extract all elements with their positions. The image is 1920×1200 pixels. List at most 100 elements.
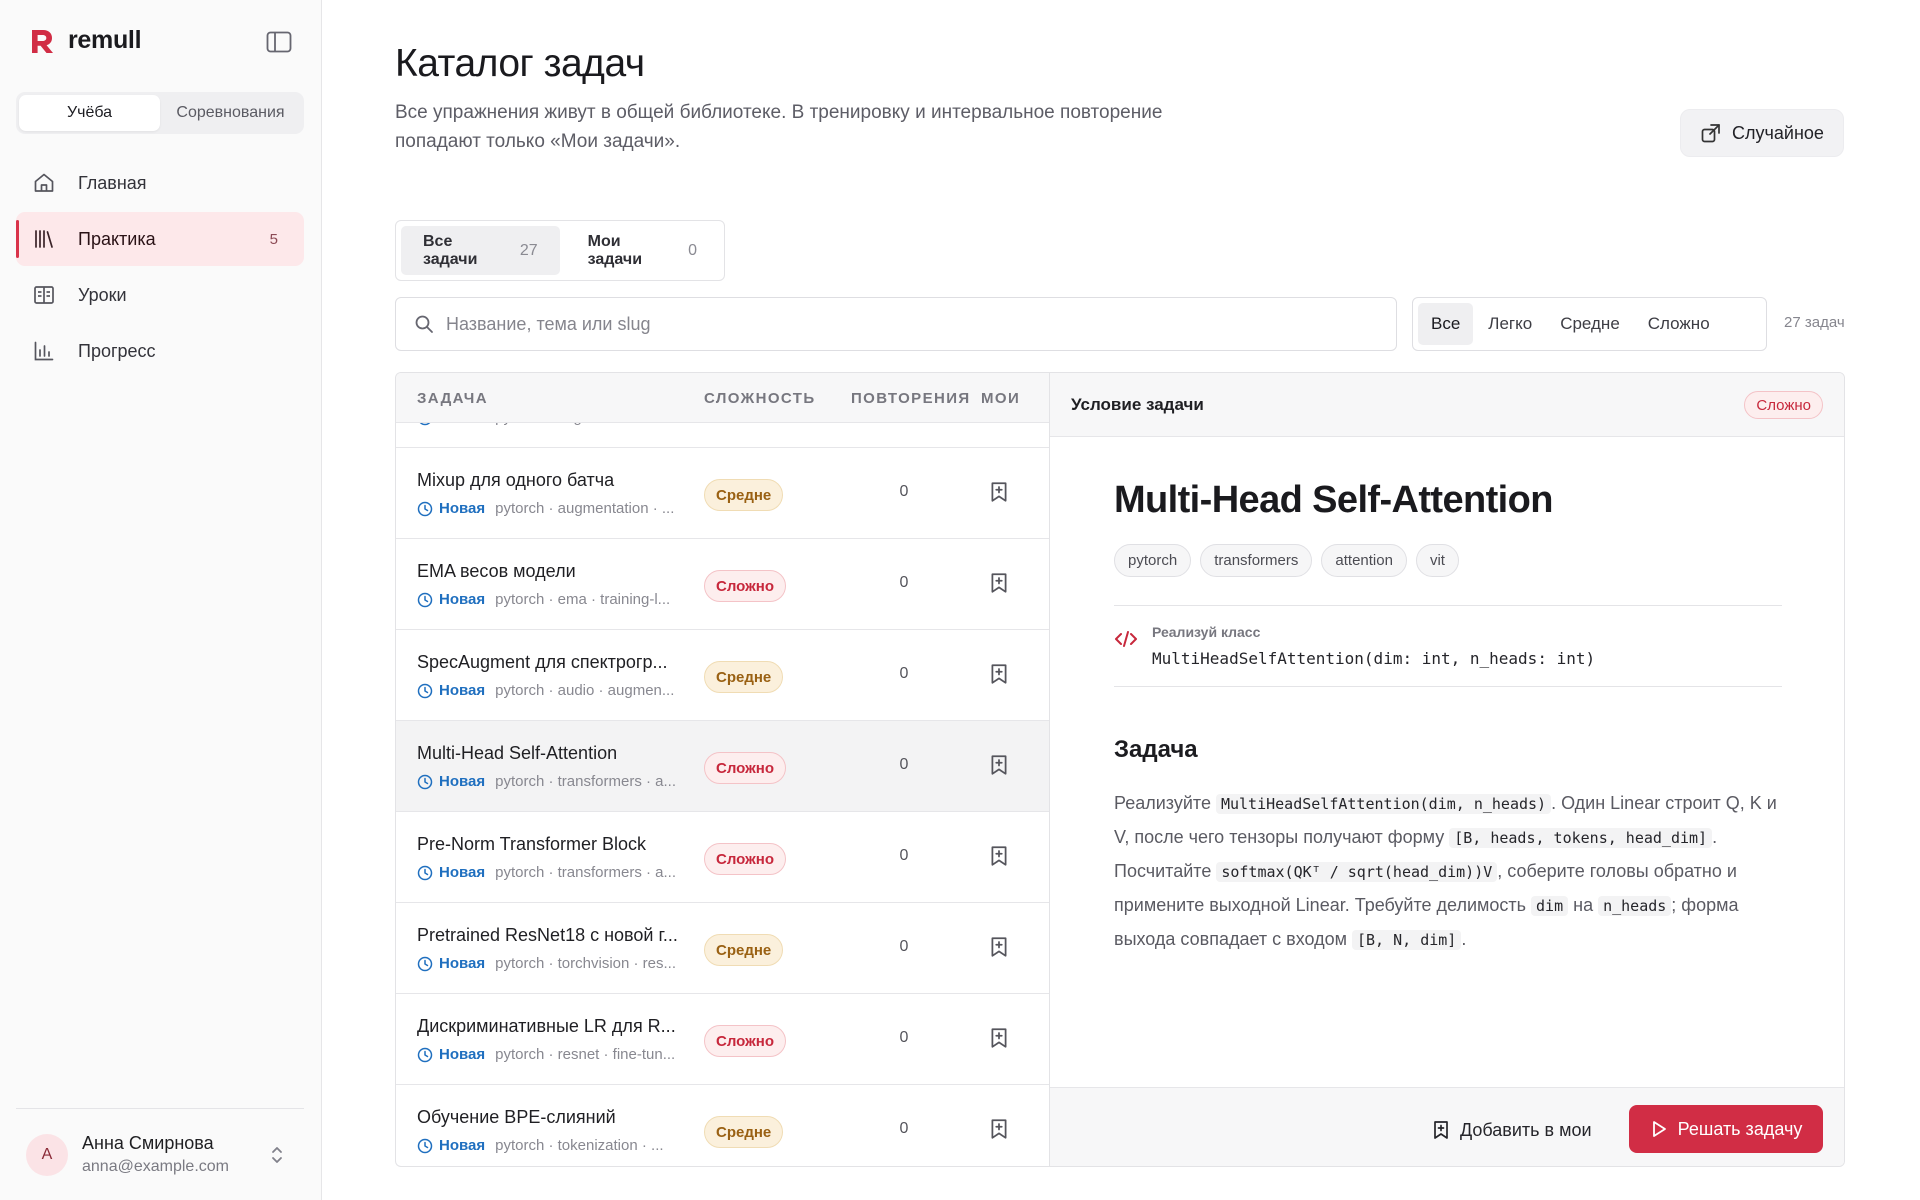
scope-tabs: Все задачи 27 Мои задачи 0 [395, 220, 725, 281]
tab-count: 27 [519, 241, 538, 259]
code-icon [1115, 631, 1137, 647]
filter-all-button[interactable]: Все [1418, 303, 1474, 345]
book-open-icon [34, 286, 54, 304]
task-status: Новая [439, 864, 486, 881]
task-title: Pretrained ResNet18 с новой г... [417, 925, 678, 945]
remull-logo-icon [32, 29, 53, 53]
tag-chip[interactable]: vit [1415, 544, 1459, 577]
bookmark-plus-icon[interactable] [989, 1027, 1009, 1049]
bookmark-plus-icon[interactable] [989, 845, 1009, 867]
detail-header: Условие задачи Сложно [1050, 373, 1844, 437]
bookmark-plus-icon[interactable] [989, 1118, 1009, 1140]
difficulty-badge: Средне [704, 934, 784, 966]
table-row[interactable]: Pre-Norm Transformer Block Новая pytorch ·… [396, 812, 1049, 903]
tab-my-tasks[interactable]: Мои задачи 0 [566, 226, 719, 275]
repetitions-count: 0 [899, 574, 909, 591]
task-status: Новая [439, 773, 486, 790]
task-title: Обучение BPE-слияний [417, 1107, 616, 1127]
task-title: Дискриминативные LR для R... [417, 1016, 676, 1036]
task-tags: pytorch · transformers · a... [495, 864, 677, 881]
difficulty-badge: Средне [704, 1116, 784, 1148]
task-title: EMA весов модели [417, 561, 576, 581]
bookmark-plus-icon[interactable] [989, 481, 1009, 503]
add-to-mine-button[interactable]: Добавить в мои [1432, 1108, 1592, 1152]
chevron-up-down-icon[interactable] [268, 1143, 286, 1167]
sidebar-item-label: Главная [78, 172, 147, 193]
repetitions-count: 0 [899, 665, 909, 682]
shuffle-link-icon [1701, 124, 1720, 143]
inline-code: MultiHeadSelfAttention(dim, n_heads) [1215, 794, 1552, 814]
tag-chip[interactable]: pytorch [1114, 544, 1192, 577]
tag-chip[interactable]: attention [1321, 544, 1407, 577]
inline-code: dim [1531, 896, 1569, 916]
description-text: Реализуйте [1114, 793, 1216, 813]
search-box [395, 297, 1397, 351]
tab-count: 0 [688, 241, 697, 259]
table-row[interactable]: Дискриминативные LR для R... Новая pytorch… [396, 994, 1049, 1085]
bookmark-plus-icon[interactable] [989, 663, 1009, 685]
random-task-button[interactable]: Случайное [1680, 109, 1844, 157]
tab-all-tasks[interactable]: Все задачи 27 [401, 226, 560, 275]
bookmark-plus-icon[interactable] [989, 572, 1009, 594]
task-title: Pre-Norm Transformer Block [417, 834, 647, 854]
task-title: Multi-Head Self-Attention [417, 743, 618, 763]
mode-competitions-button[interactable]: Соревнования [160, 95, 301, 131]
practice-count-badge: 5 [269, 230, 278, 248]
task-meta: Новая pytorch · audio · augmen... [417, 682, 695, 699]
search-icon [415, 315, 433, 333]
total-tasks-count: 27 задач [1784, 314, 1845, 331]
repetitions-count: 0 [899, 847, 909, 864]
task-list-header: ЗАДАЧА СЛОЖНОСТЬ ПОВТОРЕНИЯ МОИ [396, 373, 1049, 423]
tab-label: Мои задачи [587, 232, 643, 268]
status-new-icon [417, 683, 433, 698]
task-meta: Новая pytorch · transformers · a... [417, 773, 695, 790]
table-row[interactable]: Pretrained ResNet18 с новой г... Новая pyt… [396, 903, 1049, 994]
filter-medium-button[interactable]: Средне [1547, 303, 1633, 345]
bookmark-plus-icon[interactable] [989, 936, 1009, 958]
column-header-mine: МОИ [981, 390, 1021, 407]
table-row[interactable]: Обучение BPE-слияний Новая pytorch · token… [396, 1085, 1049, 1166]
task-meta: Новая pytorch · torchvision · res... [417, 955, 695, 972]
user-menu[interactable]: А Анна Смирнова anna@example.com [16, 1108, 304, 1200]
sidebar-item-home[interactable]: Главная [16, 156, 304, 210]
detail-footer: Добавить в мои Решать задачу [1050, 1087, 1844, 1166]
bar-chart-icon [34, 341, 54, 361]
page-title: Каталог задач [395, 42, 645, 85]
difficulty-filter: Все Легко Средне Сложно [1412, 297, 1767, 351]
sidebar-item-progress[interactable]: Прогресс [16, 324, 304, 378]
task-meta: Новая pytorch · transformers · a... [417, 864, 695, 881]
add-to-mine-label: Добавить в мои [1460, 1119, 1592, 1140]
filter-hard-button[interactable]: Сложно [1635, 303, 1723, 345]
status-new-icon [417, 1047, 433, 1062]
status-new-icon [417, 865, 433, 880]
bookmark-plus-icon[interactable] [989, 754, 1009, 776]
task-status: Новая [439, 1137, 486, 1154]
random-task-label: Случайное [1732, 122, 1824, 143]
task-tags: pytorch · torchvision · res... [495, 955, 677, 972]
library-icon [35, 230, 53, 248]
table-row[interactable]: Mixup для одного батча Новая pytorch · aug… [396, 448, 1049, 539]
repetitions-count: 0 [899, 938, 909, 955]
filter-easy-button[interactable]: Легко [1475, 303, 1545, 345]
table-row[interactable]: SpecAugment для спектрогр... Новая pytorch… [396, 630, 1049, 721]
task-status: Новая [439, 955, 486, 972]
inline-code: [B, heads, tokens, head_dim] [1449, 828, 1713, 848]
sidebar-item-lessons[interactable]: Уроки [16, 268, 304, 322]
sidebar-item-practice[interactable]: Практика 5 [16, 212, 304, 266]
task-list: Dice loss для сегментацииНоваяpytorch · … [395, 372, 1049, 1167]
sidebar-toggle-icon[interactable] [266, 31, 292, 53]
difficulty-badge: Средне [704, 661, 784, 693]
difficulty-badge: Сложно [704, 843, 786, 875]
brand[interactable]: remull [28, 26, 142, 55]
solve-task-button[interactable]: Решать задачу [1629, 1105, 1823, 1153]
mode-learning-button[interactable]: Учёба [19, 95, 160, 131]
table-row[interactable]: EMA весов модели Новая pytorch · ema · tra… [396, 539, 1049, 630]
task-description: Реализуйте MultiHeadSelfAttention(dim, n… [1114, 787, 1790, 957]
sidebar-nav: Главная Практика 5 Уроки Прогресс [16, 156, 304, 380]
difficulty-badge: Средне [704, 479, 784, 511]
search-input[interactable] [446, 313, 1346, 335]
table-row[interactable]: Multi-Head Self-Attention Новая pytorch · … [396, 721, 1049, 812]
solve-task-label: Решать задачу [1677, 1118, 1803, 1139]
tag-chip[interactable]: transformers [1200, 544, 1313, 577]
task-title: Multi-Head Self-Attention [1114, 479, 1553, 521]
